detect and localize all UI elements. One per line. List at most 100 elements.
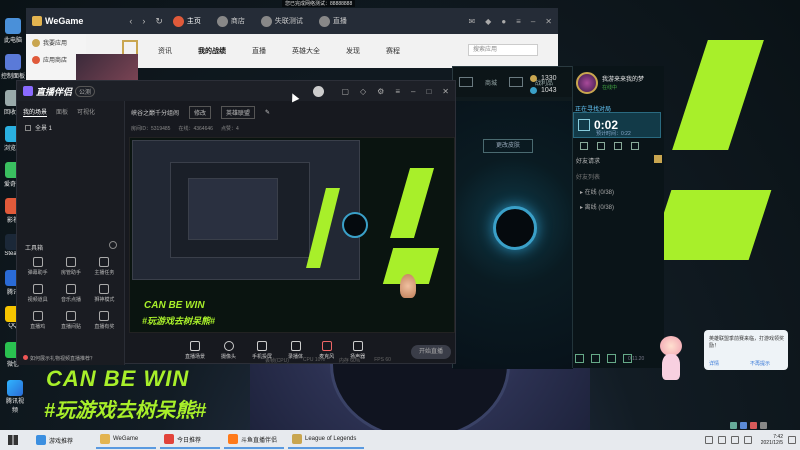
back-button[interactable]: ‹ xyxy=(129,16,132,26)
taskbar-item-stream[interactable]: 斗鱼直播伴侣 xyxy=(224,431,284,449)
stream-preview[interactable]: CAN BE WIN #玩游戏去树呆熊# xyxy=(129,137,455,333)
profile-status: 在线中 xyxy=(602,85,618,91)
subnav-discover[interactable]: 发现 xyxy=(346,46,360,56)
toolbox-close-icon[interactable] xyxy=(109,241,117,249)
user-icon[interactable]: ● xyxy=(501,17,506,26)
tool-music[interactable]: 音乐点播 xyxy=(54,284,87,303)
subnav-news[interactable]: 资讯 xyxy=(158,46,172,56)
store-icon[interactable] xyxy=(459,77,473,87)
room-category-button[interactable]: 英雄联盟 xyxy=(221,105,256,119)
tab-panel[interactable]: 面板 xyxy=(56,107,68,117)
volume-icon[interactable] xyxy=(730,436,739,444)
toast-dismiss-link[interactable]: 不再提示 xyxy=(750,360,770,367)
danmu-icon xyxy=(32,257,43,267)
help-link[interactable]: 如何展示礼物视频直播推荐？ xyxy=(23,355,95,362)
room-edit-button[interactable]: 修改 xyxy=(189,105,212,119)
wegame-logo-icon xyxy=(32,16,42,26)
ime-icon[interactable] xyxy=(743,436,752,444)
menu-icon[interactable]: ≡ xyxy=(516,17,521,26)
friend-group-online[interactable]: ▸ 在线 (0/38) xyxy=(580,187,614,196)
friend-requests-header[interactable]: 好友请求 xyxy=(576,155,662,165)
tray-icon[interactable] xyxy=(760,422,767,429)
notification-icon[interactable] xyxy=(788,436,796,444)
tray-icon[interactable] xyxy=(730,422,737,429)
subnav-heroes[interactable]: 英雄大全 xyxy=(292,46,320,56)
tool-host-task[interactable]: 主播任务 xyxy=(88,257,121,276)
maximize-icon[interactable]: □ xyxy=(426,87,431,96)
gift-icon[interactable]: ◆ xyxy=(485,17,491,26)
wegame-search-input[interactable]: 搜索应用 xyxy=(468,44,538,56)
voice-icon[interactable] xyxy=(607,354,616,363)
lol-store-label[interactable]: 商城 xyxy=(485,78,497,87)
sidebar-item-apps[interactable]: 我要应用 xyxy=(26,34,86,51)
minimize-icon[interactable]: – xyxy=(531,17,535,26)
taskbar-item-wegame[interactable]: WeGame xyxy=(96,431,156,449)
wegame-logo[interactable]: WeGame xyxy=(32,16,83,26)
subnav-schedule[interactable]: 赛程 xyxy=(386,46,400,56)
toast-details-link[interactable]: 详情 xyxy=(709,360,719,367)
tab-store[interactable]: 商店 xyxy=(216,15,245,27)
queue-icon xyxy=(578,119,590,131)
toolbox-title: 工具箱 xyxy=(25,241,117,252)
forward-button[interactable]: › xyxy=(142,16,145,26)
tab-my-scenes[interactable]: 我的场景 xyxy=(23,107,48,117)
tool-video-props[interactable]: 视频道具 xyxy=(21,284,54,303)
queue-timer[interactable]: 0:02 预计时间：0:22 xyxy=(573,112,661,138)
gift-icon[interactable]: ◇ xyxy=(360,87,366,96)
refresh-button[interactable]: ↻ xyxy=(155,16,163,27)
phone-icon xyxy=(257,341,268,351)
scene-item[interactable]: 全景 1 xyxy=(17,121,124,134)
taskbar-item-recommend[interactable]: 游戏推荐 xyxy=(32,431,92,449)
tray-icon[interactable] xyxy=(750,422,757,429)
tool-danmu-helper[interactable]: 弹幕助手 xyxy=(21,257,54,276)
tool-prize[interactable]: 直播有奖 xyxy=(88,311,121,330)
scene-checkbox[interactable] xyxy=(25,124,31,131)
tab-visual[interactable]: 可视化 xyxy=(77,107,95,117)
tool-room-sticker[interactable]: 直播间贴 xyxy=(54,311,87,330)
video-icon[interactable] xyxy=(591,354,600,363)
desktop-icon-tencent-video[interactable]: 腾讯视频 xyxy=(4,380,26,414)
tab-home[interactable]: 主页 xyxy=(172,15,201,27)
sort-icon[interactable] xyxy=(614,142,622,150)
alert-dot-icon xyxy=(23,355,28,360)
lol-change-skin-button[interactable]: 更改皮肤 xyxy=(483,139,533,153)
add-friend-icon[interactable] xyxy=(580,142,588,150)
taskbar-item-today[interactable]: 今日推荐 xyxy=(160,431,220,449)
notification-toast[interactable]: 英雄联盟季前赛来临，打游戏领奖励！ 详情 不再提示 xyxy=(704,330,788,370)
tab-network-test[interactable]: 失联测试 xyxy=(260,15,303,27)
tray-icon[interactable] xyxy=(740,422,747,429)
edit-icon[interactable]: ✎ xyxy=(265,109,270,116)
subnav-live[interactable]: 直播 xyxy=(252,46,266,56)
chevron-up-icon[interactable] xyxy=(704,436,713,444)
network-icon[interactable] xyxy=(717,436,726,444)
close-icon[interactable]: ✕ xyxy=(545,17,552,26)
group-icon[interactable] xyxy=(597,142,605,150)
start-button[interactable] xyxy=(4,431,22,449)
tool-mode[interactable]: 狮神模式 xyxy=(88,284,121,303)
close-icon[interactable]: ✕ xyxy=(442,87,449,96)
minimize-icon[interactable]: – xyxy=(411,87,415,96)
avatar[interactable] xyxy=(576,72,598,94)
subnav-record[interactable]: 我的战绩 xyxy=(198,46,226,56)
taskbar-clock[interactable]: 7:42 2021/12/5 xyxy=(761,434,783,446)
app-icon xyxy=(32,38,40,47)
search-icon[interactable] xyxy=(631,142,639,150)
avatar[interactable] xyxy=(313,85,325,97)
chat-icon[interactable]: ✉ xyxy=(468,17,475,26)
loot-icon[interactable] xyxy=(509,77,524,87)
tab-live[interactable]: 直播 xyxy=(318,15,347,27)
tool-room-manager[interactable]: 房管助手 xyxy=(54,257,87,276)
social-toolbar xyxy=(580,142,639,150)
tool-live-chicken[interactable]: 直播鸡 xyxy=(21,311,54,330)
network-icon xyxy=(260,15,272,27)
taskbar-item-lol[interactable]: League of Legends xyxy=(288,431,364,449)
menu-icon[interactable]: ≡ xyxy=(395,87,400,96)
live-icon xyxy=(318,15,330,27)
settings-icon[interactable]: ⚙ xyxy=(377,87,384,96)
desktop-icon[interactable]: 此电脑 xyxy=(0,14,26,50)
stream-left-panel: 我的场景 面板 可视化 全景 1 工具箱 弹幕助手 房管助手 主播任务 视频道具… xyxy=(17,101,125,365)
notification-badge xyxy=(654,155,662,163)
message-icon[interactable]: ▢ xyxy=(341,87,349,96)
friend-group-offline[interactable]: ▸ 离线 (0/38) xyxy=(580,202,614,211)
chat-icon[interactable] xyxy=(575,354,584,363)
